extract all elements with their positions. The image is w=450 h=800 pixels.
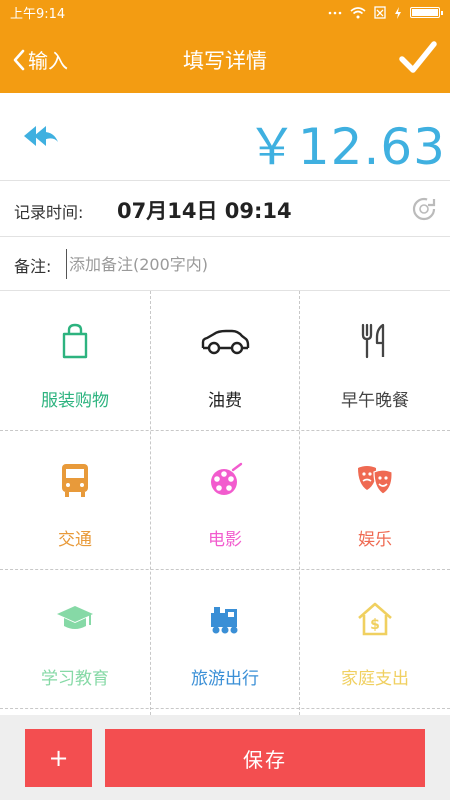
category-label: 娱乐 — [358, 530, 392, 550]
grid-divider — [0, 708, 450, 709]
refresh-icon[interactable] — [410, 195, 438, 223]
category-label: 电影 — [208, 530, 242, 550]
no-sim-icon — [374, 6, 386, 19]
amount-row: ￥12.63 — [0, 93, 450, 181]
shopping-bag-icon — [62, 323, 88, 359]
category-label: 服装购物 — [41, 391, 109, 411]
back-button[interactable]: 输入 — [12, 45, 68, 74]
train-icon — [211, 607, 238, 634]
wifi-icon — [350, 6, 366, 18]
category-household[interactable]: $ 家庭支出 — [300, 569, 450, 708]
category-education[interactable]: 学习教育 — [0, 569, 150, 708]
category-entertainment[interactable]: 娱乐 — [300, 430, 450, 569]
category-clothing-shopping[interactable]: 服装购物 — [0, 291, 150, 430]
grid-divider — [299, 291, 300, 715]
grid-divider — [0, 430, 450, 431]
bottom-action-bar: + 保存 — [0, 715, 450, 800]
record-time-value[interactable]: 07月14日 09:14 — [117, 195, 292, 225]
category-label: 油费 — [208, 391, 242, 411]
category-transport[interactable]: 交通 — [0, 430, 150, 569]
record-time-row[interactable]: 记录时间: 07月14日 09:14 — [0, 181, 450, 237]
bus-icon — [62, 464, 88, 497]
house-dollar-icon: $ — [358, 602, 392, 636]
category-meals[interactable]: 早午晚餐 — [300, 291, 450, 430]
chevron-left-icon — [13, 49, 25, 70]
category-fuel[interactable]: 油费 — [150, 291, 300, 430]
grid-divider — [0, 569, 450, 570]
status-icons — [328, 6, 443, 19]
add-button[interactable]: + — [25, 729, 92, 787]
svg-text:$: $ — [370, 617, 380, 633]
note-input[interactable] — [66, 249, 436, 279]
category-travel[interactable]: 旅游出行 — [150, 569, 300, 708]
fork-knife-icon — [361, 323, 385, 359]
grid-divider — [150, 291, 151, 715]
film-reel-icon — [211, 462, 243, 495]
category-movie[interactable]: 电影 — [150, 430, 300, 569]
graduation-cap-icon — [57, 606, 93, 629]
note-label: 备注: — [14, 257, 52, 276]
save-button[interactable]: 保存 — [105, 729, 425, 787]
record-time-label: 记录时间: — [14, 203, 84, 222]
status-bar: 上午9:14 — [0, 0, 450, 25]
amount-display[interactable]: ￥12.63 — [247, 107, 446, 179]
nav-bar: 输入 填写详情 — [0, 25, 450, 93]
status-time: 上午9:14 — [10, 7, 66, 22]
signal-icon — [328, 11, 342, 14]
category-label: 旅游出行 — [191, 669, 259, 689]
confirm-check-icon[interactable] — [398, 39, 438, 77]
category-label: 交通 — [58, 530, 92, 550]
car-icon — [201, 329, 250, 355]
charging-icon — [395, 6, 401, 19]
category-label: 家庭支出 — [341, 669, 409, 689]
delete-back-icon[interactable] — [22, 121, 62, 151]
battery-icon — [410, 7, 443, 18]
category-label: 早午晚餐 — [341, 391, 409, 411]
back-label: 输入 — [28, 49, 68, 73]
category-grid: 服装购物 油费 早午晚餐 交通 电影 娱乐 学习教育 旅游出行 $ 家庭支出 — [0, 291, 450, 715]
category-label: 学习教育 — [41, 669, 109, 689]
note-row: 备注: — [0, 237, 450, 291]
theater-masks-icon — [358, 466, 393, 495]
